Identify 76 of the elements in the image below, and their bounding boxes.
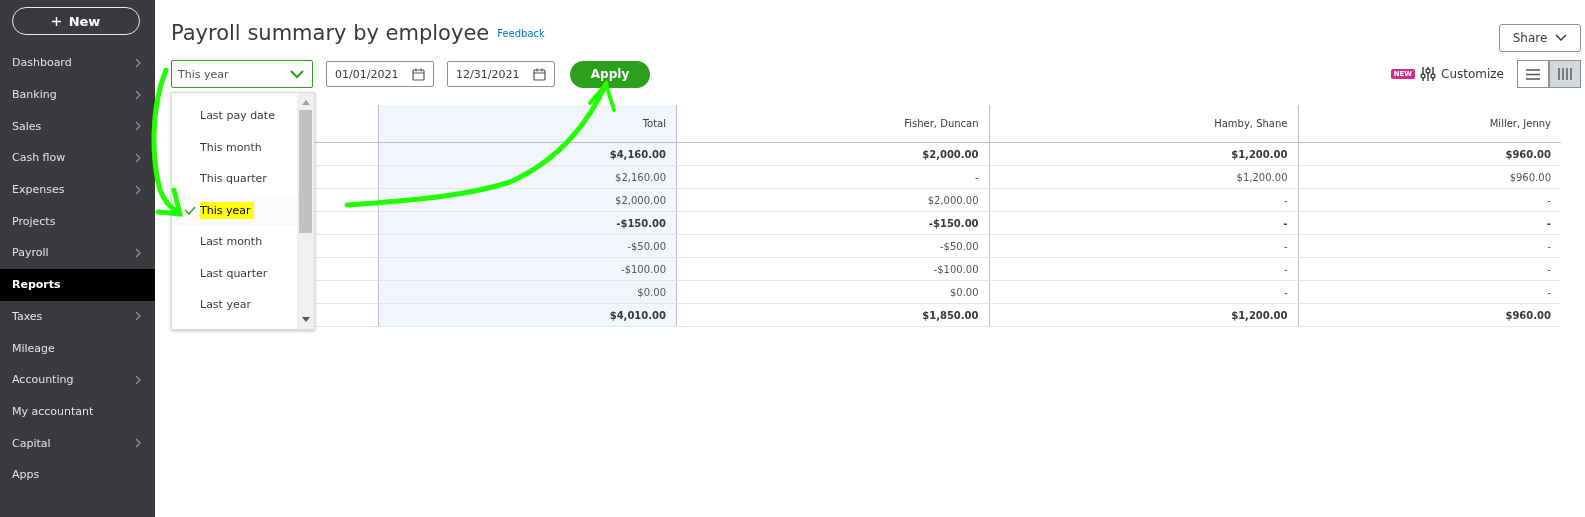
dropdown-option[interactable]: Last month: [172, 226, 297, 258]
column-header: Miller, Jenny: [1298, 105, 1561, 143]
table-cell: -$100.00: [378, 257, 677, 281]
table-cell: -: [1298, 234, 1561, 258]
table-cell: $1,200.00: [989, 142, 1298, 166]
table-cell: $1,200.00: [989, 165, 1298, 189]
sidebar-item[interactable]: Taxes: [0, 300, 155, 333]
period-dropdown[interactable]: This year: [171, 60, 313, 88]
sidebar-item[interactable]: Reports: [0, 268, 155, 301]
report-title: Payroll summary by employee: [171, 21, 490, 45]
chevron-down-icon: [1555, 34, 1568, 42]
table-cell: $960.00: [1298, 303, 1561, 327]
table-cell: -: [989, 280, 1298, 304]
table-cell: -: [989, 211, 1298, 235]
sidebar-item[interactable]: Capital: [0, 427, 155, 459]
start-date-field[interactable]: 01/01/2021: [326, 61, 434, 87]
column-header: Fisher, Duncan: [676, 105, 990, 143]
dropdown-option[interactable]: This year: [172, 194, 297, 226]
sliders-icon: [1420, 66, 1436, 82]
dropdown-option[interactable]: Last pay date: [172, 100, 297, 132]
table-cell: -: [989, 257, 1298, 281]
table-cell: $960.00: [1298, 165, 1561, 189]
view-toggle-button[interactable]: [1517, 60, 1549, 88]
table-cell: -: [1298, 188, 1561, 212]
sidebar-item[interactable]: Cash flow: [0, 142, 155, 174]
table-cell: $960.00: [1298, 142, 1561, 166]
sidebar-item[interactable]: Sales: [0, 110, 155, 143]
table-cell: -: [1298, 280, 1561, 304]
table-cell: -$150.00: [378, 211, 677, 235]
table-cell: -: [1298, 211, 1561, 235]
table-cell: $2,000.00: [676, 188, 990, 212]
end-date-field[interactable]: 12/31/2021: [447, 61, 555, 87]
customize-button[interactable]: Customize: [1420, 66, 1504, 82]
table-cell: $0.00: [378, 280, 677, 304]
sidebar-item[interactable]: Dashboard: [0, 47, 155, 79]
dropdown-option[interactable]: Last year: [172, 289, 297, 321]
scrollbar[interactable]: [297, 93, 314, 329]
table-cell: -$50.00: [378, 234, 677, 258]
dropdown-option[interactable]: Last quarter: [172, 257, 297, 289]
table-cell: -: [989, 188, 1298, 212]
table-cell: $4,010.00: [378, 303, 677, 327]
table-cell: $1,850.00: [676, 303, 990, 327]
column-header: Total: [378, 105, 677, 143]
share-button[interactable]: Share: [1499, 24, 1581, 52]
sidebar-item[interactable]: Payroll: [0, 237, 155, 269]
scroll-down-icon[interactable]: [301, 317, 310, 323]
view-toggle-button[interactable]: [1549, 60, 1581, 88]
check-icon: [184, 205, 196, 215]
sidebar-item[interactable]: Mileage: [0, 332, 155, 364]
sidebar-item[interactable]: Projects: [0, 205, 155, 238]
table-cell: -$100.00: [676, 257, 990, 281]
column-header: Hamby, Shane: [989, 105, 1298, 143]
sidebar-item[interactable]: Accounting: [0, 363, 155, 396]
calendar-icon: [533, 67, 546, 81]
table-cell: $1,200.00: [989, 303, 1298, 327]
table-cell: -: [676, 165, 990, 189]
table-cell: -: [1298, 257, 1561, 281]
scrollbar-thumb[interactable]: [299, 110, 312, 233]
table-cell: $0.00: [676, 280, 990, 304]
table-cell: -: [989, 234, 1298, 258]
sidebar-item[interactable]: Banking: [0, 78, 155, 111]
dropdown-option[interactable]: This month: [172, 131, 297, 163]
plus-icon: [51, 16, 61, 26]
table-cell: -$150.00: [676, 211, 990, 235]
dropdown-option[interactable]: This quarter: [172, 163, 297, 195]
table-cell: $2,000.00: [676, 142, 990, 166]
chevron-down-icon: [290, 69, 304, 79]
feedback-link[interactable]: Feedback: [497, 27, 545, 39]
calendar-icon: [412, 67, 425, 81]
sidebar-item[interactable]: Expenses: [0, 173, 155, 206]
sidebar-item[interactable]: My accountant: [0, 395, 155, 428]
scroll-up-icon[interactable]: [301, 99, 310, 105]
table-cell: -$50.00: [676, 234, 990, 258]
columns-icon: [1558, 68, 1572, 80]
sidebar-item[interactable]: Apps: [0, 458, 155, 491]
list-icon: [1526, 68, 1540, 80]
